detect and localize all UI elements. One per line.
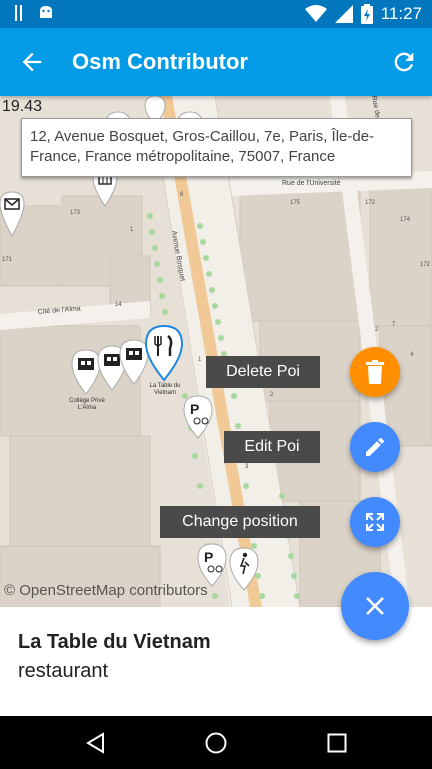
edit-poi-button[interactable] xyxy=(350,422,400,472)
poi-name: La Table du Vietnam xyxy=(18,631,211,653)
delete-poi-label[interactable]: Delete Poi xyxy=(206,356,320,388)
zoom-level: 19.43 xyxy=(2,98,43,115)
home-circle-icon[interactable] xyxy=(204,731,228,755)
address-tooltip: 12, Avenue Bosquet, Gros-Caillou, 7e, Pa… xyxy=(21,118,412,177)
building-number: 14 xyxy=(115,302,122,308)
signal-icon xyxy=(334,5,353,23)
app-title: Osm Contributor xyxy=(72,49,248,74)
building-number: 175 xyxy=(290,200,301,206)
building-number: 172 xyxy=(420,262,431,268)
poi-type: restaurant xyxy=(18,660,109,682)
building-number: 172 xyxy=(365,200,376,206)
app-bar: Osm Contributor xyxy=(0,28,432,96)
close-icon xyxy=(366,597,384,615)
close-actions-button[interactable] xyxy=(341,572,409,640)
building-number: 174 xyxy=(400,217,411,223)
status-bar: 11:27 xyxy=(0,0,432,28)
sim-icon xyxy=(15,5,22,21)
delete-poi-button[interactable] xyxy=(350,347,400,397)
school-map-label: Collège Privé L'Alma xyxy=(69,398,105,411)
street-label-universite: Rue de l'Université xyxy=(282,180,341,187)
poi-map-label: La Table du Vietnam xyxy=(149,383,181,396)
svg-text:P: P xyxy=(190,401,199,417)
refresh-icon[interactable] xyxy=(390,48,418,76)
trash-icon xyxy=(366,360,384,384)
building-number: 171 xyxy=(2,257,13,263)
pencil-icon xyxy=(366,437,385,456)
battery-icon xyxy=(360,4,373,24)
svg-text:P: P xyxy=(204,549,213,565)
wifi-icon xyxy=(304,5,327,22)
building-number: 173 xyxy=(70,210,81,216)
status-time: 11:27 xyxy=(380,4,422,23)
change-position-label[interactable]: Change position xyxy=(160,506,320,538)
android-debug-icon xyxy=(40,6,52,18)
back-arrow-icon[interactable] xyxy=(18,48,46,76)
map-view[interactable]: Avenue Bosquet Cité de l'Alma Rue de l'U… xyxy=(0,96,432,607)
change-position-button[interactable] xyxy=(350,497,400,547)
expand-arrows-icon xyxy=(366,513,384,531)
recents-square-icon[interactable] xyxy=(325,731,349,755)
back-triangle-icon[interactable] xyxy=(84,731,108,755)
map-attribution: © OpenStreetMap contributors xyxy=(4,582,208,599)
edit-poi-label[interactable]: Edit Poi xyxy=(224,431,320,463)
navigation-bar xyxy=(0,716,432,769)
